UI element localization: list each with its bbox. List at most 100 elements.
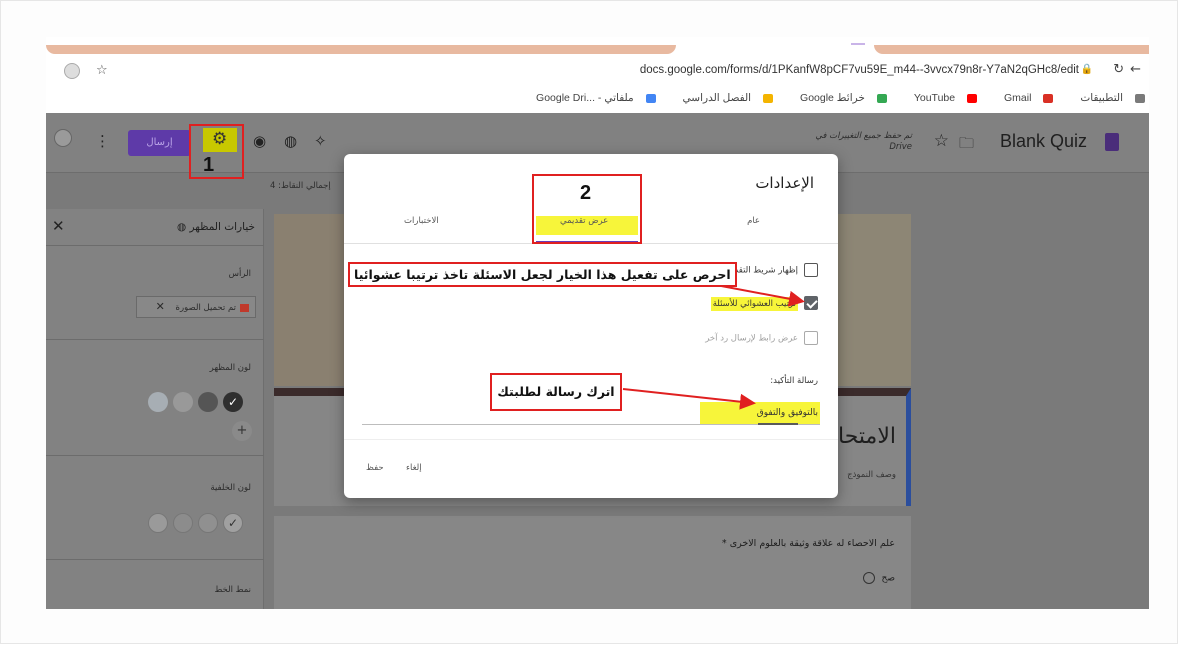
confirmation-input[interactable]: بالتوفيق والتفوق: [700, 402, 820, 424]
total-points: إجمالي النقاط: 4: [270, 181, 331, 191]
tab-general[interactable]: عام: [747, 216, 760, 226]
question-text[interactable]: علم الاحصاء له علاقة وثيقة بالعلوم الاخر…: [722, 538, 895, 549]
form-title[interactable]: الامتحا: [838, 424, 896, 449]
bookmark-label: YouTube: [913, 92, 956, 104]
settings-dialog: الإعدادات عام عرض تقديمي الاختبارات 2 إظ…: [344, 154, 838, 498]
url-text[interactable]: docs.google.com/forms/d/1PKanfW8pCF7vu59…: [640, 64, 1079, 76]
browser-tab[interactable]: [46, 45, 676, 54]
theme-panel-title: خيارات المظهر ◍: [176, 221, 255, 233]
confirmation-focus-line: [758, 423, 798, 425]
drive-icon: [645, 93, 656, 103]
bookmark-label: الفصل الدراسي: [682, 92, 752, 104]
remove-image-icon[interactable]: ✕: [156, 300, 165, 313]
settings-gear-icon[interactable]: ⚙: [212, 129, 227, 149]
divider: [46, 339, 264, 340]
send-button[interactable]: إرسال: [128, 130, 191, 156]
form-description[interactable]: وصف النموذج: [847, 470, 896, 480]
theme-panel: ✕ خيارات المظهر ◍ الرأس تم تحميل الصورة …: [46, 209, 264, 609]
dialog-footer-divider: [344, 439, 838, 440]
profile-icon[interactable]: [64, 63, 80, 79]
theme-color-swatch[interactable]: [198, 392, 218, 412]
shuffle-option[interactable]: ترتيب العشوائي للأسئلة: [710, 296, 818, 311]
apps-icon: [1135, 93, 1145, 103]
bookmark-label: التطبيقات: [1080, 92, 1123, 104]
bookmark-label: ملفاتي - ...Google Dri: [536, 92, 634, 104]
theme-color-label: لون المظهر: [209, 363, 251, 373]
browser-tab-active[interactable]: [874, 45, 1149, 54]
header-label: الرأس: [228, 269, 251, 279]
screenshot-frame: ☆ docs.google.com/forms/d/1PKanfW8pCF7vu…: [0, 0, 1178, 644]
shuffle-checkbox[interactable]: [804, 296, 818, 310]
background-color-swatch[interactable]: [198, 513, 218, 533]
confirmation-underline: [362, 424, 820, 425]
submit-another-checkbox[interactable]: [804, 331, 818, 345]
folder-icon[interactable]: 🗀: [959, 133, 974, 158]
image-icon: [240, 303, 249, 312]
step2-number: 2: [580, 182, 592, 204]
font-style-label: نمط الخط: [214, 585, 251, 595]
divider: [46, 245, 264, 246]
tab-separator: [851, 43, 865, 45]
tab-strip: [46, 37, 1149, 57]
address-bar[interactable]: ☆ docs.google.com/forms/d/1PKanfW8pCF7vu…: [46, 59, 1149, 85]
palette-icon[interactable]: ◍: [284, 132, 297, 150]
bookmark-gmail[interactable]: Gmail: [992, 87, 1054, 109]
uploaded-image-label: تم تحميل الصورة: [175, 303, 236, 313]
classroom-icon: [763, 93, 774, 103]
question-card[interactable]: علم الاحصاء له علاقة وثيقة بالعلوم الاخر…: [274, 516, 911, 609]
divider: [46, 455, 264, 456]
background-color-swatch[interactable]: [148, 513, 168, 533]
save-button[interactable]: حفظ: [366, 463, 384, 473]
more-icon[interactable]: ⋮: [95, 132, 110, 150]
close-icon[interactable]: ✕: [52, 217, 65, 235]
bookmark-drive[interactable]: ملفاتي - ...Google Dri: [524, 87, 656, 109]
submit-another-label: عرض رابط لإرسال رد آخر: [705, 333, 798, 344]
bookmark-maps[interactable]: خرائط Google: [788, 87, 887, 109]
step1-number: 1: [203, 154, 215, 176]
lock-icon[interactable]: 🔒: [1081, 64, 1093, 75]
dialog-title: الإعدادات: [755, 174, 814, 192]
answer-option-label: صح: [881, 573, 895, 584]
addon-puzzle-icon[interactable]: ✧: [314, 132, 327, 150]
progress-bar-option[interactable]: إظهار شريط التقدم: [729, 263, 818, 277]
confirmation-label: رسالة التأكيد:: [770, 376, 818, 386]
progress-checkbox[interactable]: [804, 263, 818, 277]
theme-color-swatch-selected[interactable]: ✓: [223, 392, 243, 412]
save-status-drive: Drive: [889, 142, 912, 152]
message-annotation: اترك رسالة لطلبتك: [490, 373, 622, 411]
uploaded-image-chip[interactable]: تم تحميل الصورة ✕: [136, 296, 256, 318]
theme-color-swatch[interactable]: [173, 392, 193, 412]
theme-color-swatch[interactable]: [148, 392, 168, 412]
divider: [46, 559, 264, 560]
star-icon[interactable]: ☆: [934, 131, 949, 151]
submit-another-option[interactable]: عرض رابط لإرسال رد آخر: [705, 331, 818, 345]
save-status-line: تم حفظ جميع التغييرات في: [815, 131, 912, 141]
cancel-button[interactable]: إلغاء: [406, 463, 422, 473]
add-color-icon[interactable]: +: [232, 421, 252, 441]
youtube-icon: [967, 93, 978, 103]
gmail-icon: [1043, 93, 1054, 103]
tab-quizzes[interactable]: الاختبارات: [404, 216, 439, 226]
background-color-swatch[interactable]: [173, 513, 193, 533]
bookmark-label: خرائط Google: [800, 92, 865, 104]
avatar[interactable]: [54, 129, 72, 147]
bookmarks-bar: التطبيقات Gmail YouTube خرائط Google الف…: [46, 87, 1149, 109]
progress-label: إظهار شريط التقدم: [729, 265, 798, 276]
maps-icon: [876, 93, 887, 103]
answer-option[interactable]: صح: [862, 572, 895, 584]
bookmark-youtube[interactable]: YouTube: [902, 87, 978, 109]
form-name[interactable]: Blank Quiz: [1000, 131, 1087, 152]
bookmark-classroom[interactable]: الفصل الدراسي: [671, 87, 774, 109]
background-color-label: لون الخلفية: [210, 483, 251, 493]
preview-eye-icon[interactable]: ◉: [253, 132, 266, 150]
save-status: تم حفظ جميع التغييرات في Drive: [815, 131, 912, 153]
forms-logo-icon[interactable]: [1105, 133, 1119, 151]
bookmark-star-icon[interactable]: ☆: [96, 63, 108, 78]
bookmark-apps[interactable]: التطبيقات: [1068, 87, 1145, 109]
bookmark-label: Gmail: [1004, 92, 1032, 104]
reload-back-icons[interactable]: ↻←: [1113, 62, 1147, 77]
background-color-swatch-selected[interactable]: ✓: [223, 513, 243, 533]
theme-panel-title-text: خيارات المظهر: [189, 221, 255, 233]
radio-icon[interactable]: [862, 572, 875, 584]
shuffle-annotation: احرص على تفعيل هذا الخيار لجعل الاسئلة ت…: [348, 262, 737, 287]
